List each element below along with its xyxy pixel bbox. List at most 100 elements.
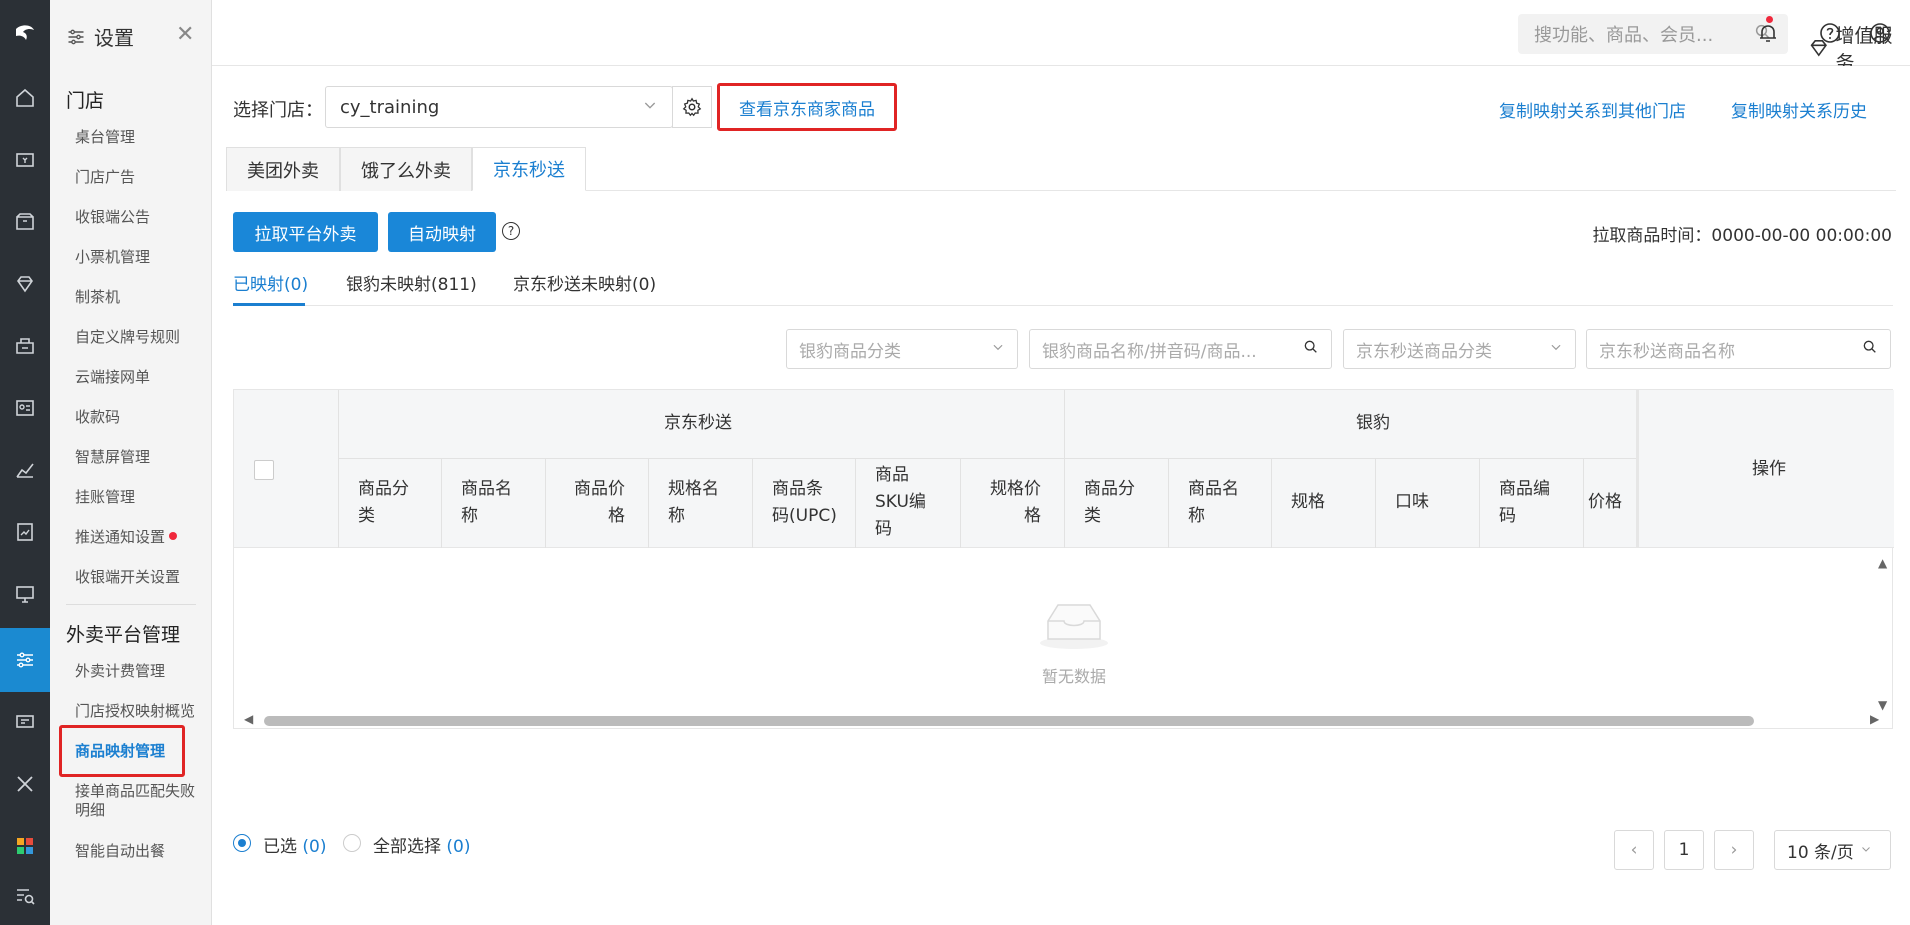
subtab-yb-unmapped[interactable]: 银豹未映射(811) [346,270,477,295]
platform-tabs: 美团外卖 饿了么外卖 京东秒送 [226,147,1896,191]
menu-item-product-mapping[interactable]: 商品映射管理 [75,742,207,761]
scroll-left-icon[interactable]: ◀ [244,712,253,726]
col-jd-upc: 商品条 码(UPC) [772,479,837,526]
jd-name-input[interactable]: 京东秒送商品名称 [1586,329,1891,369]
menu-item[interactable]: 制茶机 [75,288,207,307]
selected-label: 已选 (0) [263,832,327,857]
pull-platform-button[interactable]: 拉取平台外卖 [233,212,378,252]
page-number[interactable]: 1 [1664,830,1704,870]
app-logo[interactable] [0,0,50,66]
store-select[interactable]: cy_training [325,86,673,128]
diamond-icon[interactable] [0,264,50,304]
promotion-icon[interactable] [0,326,50,366]
tools-icon[interactable] [0,764,50,804]
settings-menu: 设置 ✕ 门店 桌台管理 门店广告 收银端公告 小票机管理 制茶机 自定义牌号规… [50,0,212,925]
selected-count: (0) [302,837,327,857]
menu-item[interactable]: 收银端公告 [75,208,207,227]
apps-icon[interactable] [0,826,50,866]
help-icon[interactable] [1816,19,1844,47]
filter-placeholder: 银豹商品分类 [799,341,901,362]
user-icon[interactable] [1866,19,1894,47]
menu-item[interactable]: 桌台管理 [75,128,207,147]
radio-select-all[interactable] [343,834,361,852]
col-jd-sku: 商品 SKU编 码 [875,465,926,539]
active-underline [233,303,305,306]
menu-item[interactable]: 外卖计费管理 [75,662,207,681]
group-store: 门店 [66,90,105,112]
auto-map-button[interactable]: 自动映射 [388,212,496,252]
col-yb-code: 商品编 码 [1499,479,1550,526]
home-icon[interactable] [0,78,50,118]
help-icon[interactable]: ? [502,222,520,240]
chevron-down-icon [1860,840,1872,860]
divider [66,604,196,605]
tab-eleme[interactable]: 饿了么外卖 [340,147,472,191]
header-operation: 操作 [1752,459,1786,479]
notification-dot [169,532,178,540]
col-jd-price: 商品价 格 [574,479,625,526]
copy-mapping-link[interactable]: 复制映射关系到其他门店 [1499,97,1686,122]
scroll-right-icon[interactable]: ▶ [1870,712,1879,726]
menu-item[interactable]: 收银端开关设置 [75,568,207,587]
tab-meituan[interactable]: 美团外卖 [226,147,340,191]
select-all-count: (0) [446,837,471,857]
prev-page-button[interactable]: ‹ [1614,830,1654,870]
copy-history-link[interactable]: 复制映射关系历史 [1731,97,1867,122]
settings-sliders-icon[interactable] [0,628,50,692]
radio-selected[interactable] [233,834,251,852]
pull-time: 拉取商品时间：0000-00-00 00:00:00 [1592,226,1892,246]
menu-item[interactable]: 收款码 [75,408,207,427]
device-icon[interactable] [0,702,50,742]
menu-search-icon[interactable] [0,876,50,916]
page-size-select[interactable]: 10 条/页 [1774,830,1891,870]
empty-text: 暂无数据 [1041,667,1106,686]
mapping-table: 京东秒送 银豹 操作 商品分 类 商品名 称 商品价 格 规格名 称 商品条 码… [233,389,1894,729]
sliders-icon [68,29,84,44]
select-all-checkbox[interactable] [254,460,274,480]
view-jd-products-button[interactable]: 查看京东商家商品 [717,83,897,131]
menu-item[interactable]: 门店广告 [75,168,207,187]
app-rail [0,0,50,925]
box-icon[interactable] [0,202,50,242]
gear-icon[interactable] [672,86,712,128]
menu-item-push[interactable]: 推送通知设置 [75,528,207,547]
cashier-icon[interactable] [0,140,50,180]
subtab-jd-unmapped[interactable]: 京东秒送未映射(0) [513,270,656,295]
staff-icon[interactable] [0,388,50,428]
global-search-input[interactable]: 搜功能、商品、会员... [1518,14,1788,54]
page-size-value: 10 条/页 [1787,842,1854,863]
chart-doc-icon[interactable] [0,512,50,552]
search-placeholder: 搜功能、商品、会员... [1534,25,1714,46]
chevron-down-icon [991,339,1005,359]
logo-icon [16,25,34,40]
group-header-yb: 银豹 [1356,413,1390,433]
menu-item[interactable]: 挂账管理 [75,488,207,507]
bell-icon[interactable] [1754,19,1782,47]
menu-item[interactable]: 智能自动出餐 [75,842,207,861]
menu-item[interactable]: 云端接网单 [75,368,207,387]
menu-item[interactable]: 小票机管理 [75,248,207,267]
search-icon [1862,339,1878,360]
scroll-up-icon[interactable]: ▲ [1878,556,1887,570]
tab-jd[interactable]: 京东秒送 [472,147,586,191]
close-icon[interactable]: ✕ [176,22,194,47]
menu-item[interactable]: 智慧屏管理 [75,448,207,467]
subtab-mapped[interactable]: 已映射(0) [233,270,308,295]
scroll-down-icon[interactable]: ▼ [1878,698,1887,712]
horizontal-scrollbar[interactable] [264,716,1754,726]
monitor-icon[interactable] [0,574,50,614]
yb-name-input[interactable]: 银豹商品名称/拼音码/商品... [1029,329,1332,369]
menu-item[interactable]: 自定义牌号规则 [75,328,207,347]
col-yb-category: 商品分 类 [1084,479,1135,526]
yb-category-select[interactable]: 银豹商品分类 [786,329,1018,369]
report-icon[interactable] [0,450,50,490]
col-yb-spec: 规格 [1291,492,1325,512]
filter-placeholder: 京东秒送商品分类 [1356,341,1492,362]
filter-placeholder: 京东秒送商品名称 [1599,341,1735,362]
next-page-button[interactable]: › [1714,830,1754,870]
bell-badge [1766,16,1773,23]
menu-item[interactable]: 接单商品匹配失败明细 [75,782,207,820]
jd-category-select[interactable]: 京东秒送商品分类 [1343,329,1576,369]
menu-item[interactable]: 门店授权映射概览 [75,702,207,721]
store-value: cy_training [340,96,440,118]
